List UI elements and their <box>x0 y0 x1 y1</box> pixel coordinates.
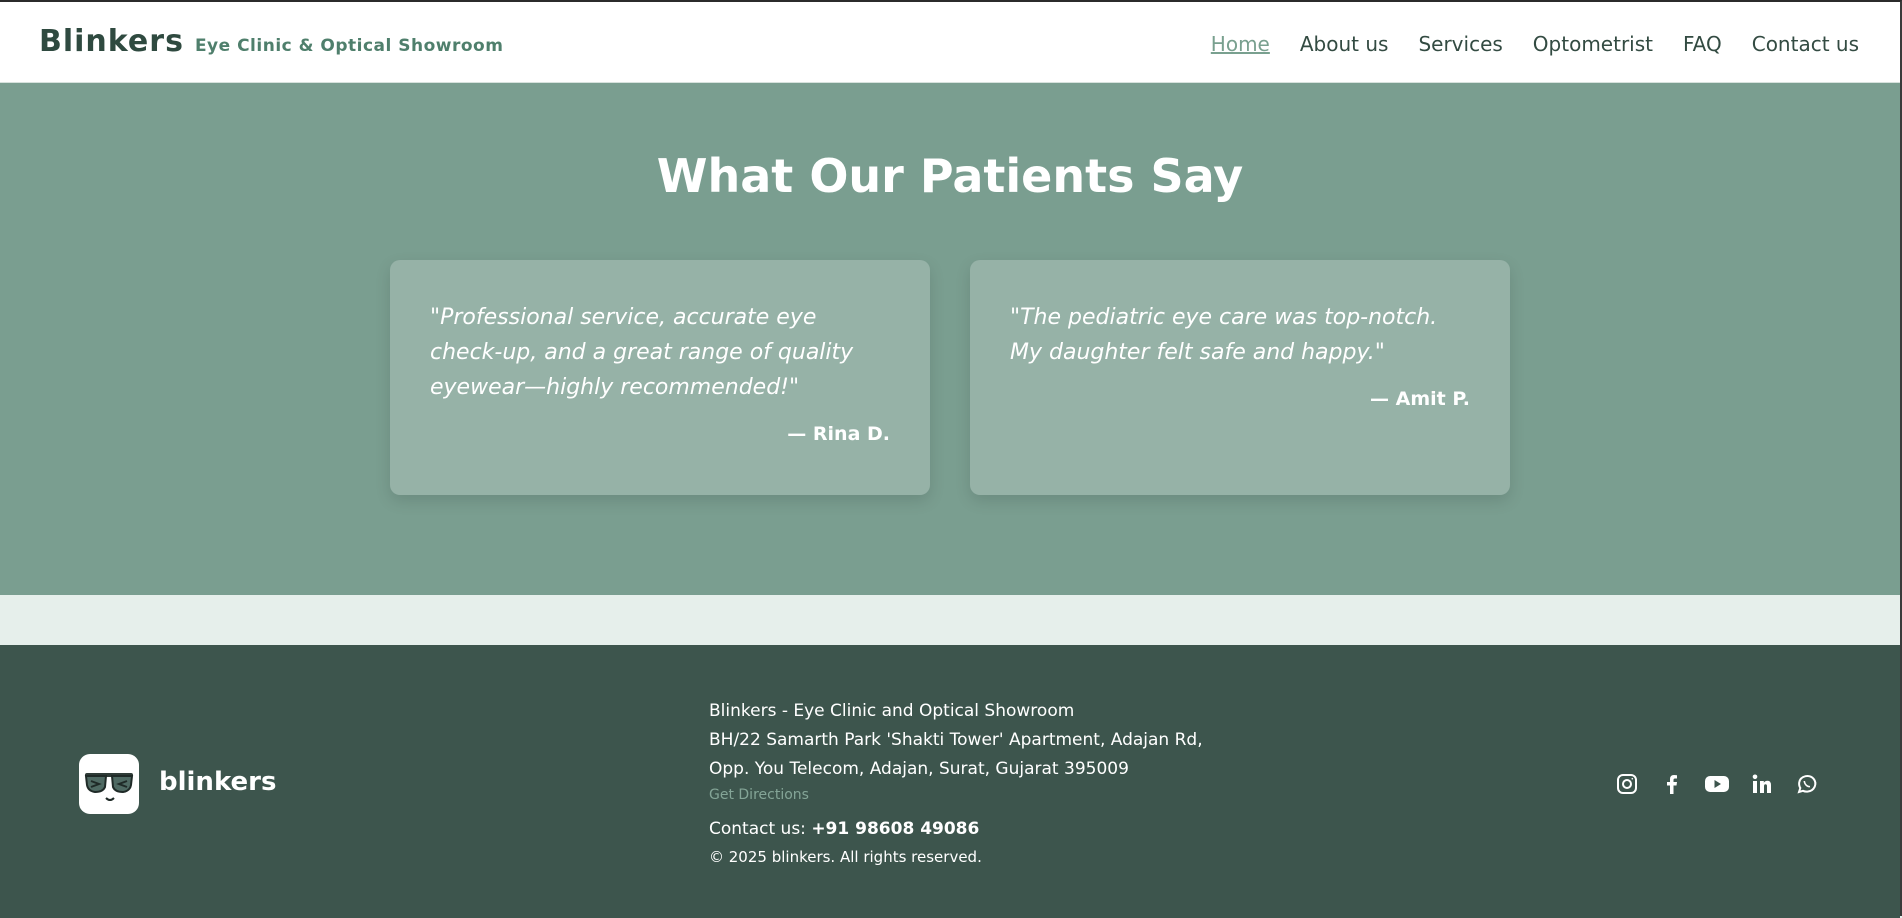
brand-tagline: Eye Clinic & Optical Showroom <box>194 36 504 56</box>
testimonial-author: — Amit P. <box>1370 388 1470 410</box>
site-footer: blinkers Blinkers - Eye Clinic and Optic… <box>0 645 1900 918</box>
brand-name[interactable]: Blinkers <box>39 24 184 59</box>
main-nav: Home About us Services Optometrist FAQ C… <box>1181 32 1859 56</box>
get-directions-link[interactable]: Get Directions <box>709 787 809 803</box>
testimonial-quote: "The pediatric eye care was top-notch. M… <box>1010 305 1438 365</box>
testimonials-heading: What Our Patients Say <box>656 149 1244 203</box>
contact-line: Contact us: +91 98608 49086 <box>709 819 1229 839</box>
nav-contact-us[interactable]: Contact us <box>1752 32 1859 56</box>
facebook-icon[interactable] <box>1657 769 1687 799</box>
nav-home[interactable]: Home <box>1211 32 1270 56</box>
instagram-icon[interactable] <box>1612 769 1642 799</box>
footer-logo-text[interactable]: blinkers <box>159 767 276 797</box>
whatsapp-icon[interactable] <box>1792 769 1822 799</box>
nav-about-us[interactable]: About us <box>1300 32 1389 56</box>
social-links <box>1612 769 1822 799</box>
site-header: Blinkers Eye Clinic & Optical Showroom H… <box>0 2 1900 83</box>
contact-phone[interactable]: +91 98608 49086 <box>811 819 979 839</box>
testimonials-section: What Our Patients Say "Professional serv… <box>0 83 1900 595</box>
contact-label: Contact us: <box>709 819 806 839</box>
logo-sunglasses-icon[interactable] <box>79 754 139 814</box>
footer-address: Blinkers - Eye Clinic and Optical Showro… <box>709 697 1229 866</box>
testimonial-quote: "Professional service, accurate eye chec… <box>430 305 854 400</box>
address-line: BH/22 Samarth Park 'Shakti Tower' Apartm… <box>709 730 1203 750</box>
address-line: Blinkers - Eye Clinic and Optical Showro… <box>709 701 1075 721</box>
nav-optometrist[interactable]: Optometrist <box>1533 32 1653 56</box>
address-line: Opp. You Telecom, Adajan, Surat, Gujarat… <box>709 759 1129 779</box>
testimonial-author: — Rina D. <box>787 423 890 445</box>
linkedin-icon[interactable] <box>1747 769 1777 799</box>
nav-services[interactable]: Services <box>1418 32 1502 56</box>
copyright: © 2025 blinkers. All rights reserved. <box>709 848 982 866</box>
testimonial-card: "Professional service, accurate eye chec… <box>390 260 930 495</box>
testimonial-card: "The pediatric eye care was top-notch. M… <box>970 260 1510 495</box>
brand[interactable]: Blinkers Eye Clinic & Optical Showroom <box>39 24 503 59</box>
youtube-icon[interactable] <box>1702 769 1732 799</box>
section-divider-band <box>0 595 1900 645</box>
nav-faq[interactable]: FAQ <box>1683 32 1722 56</box>
